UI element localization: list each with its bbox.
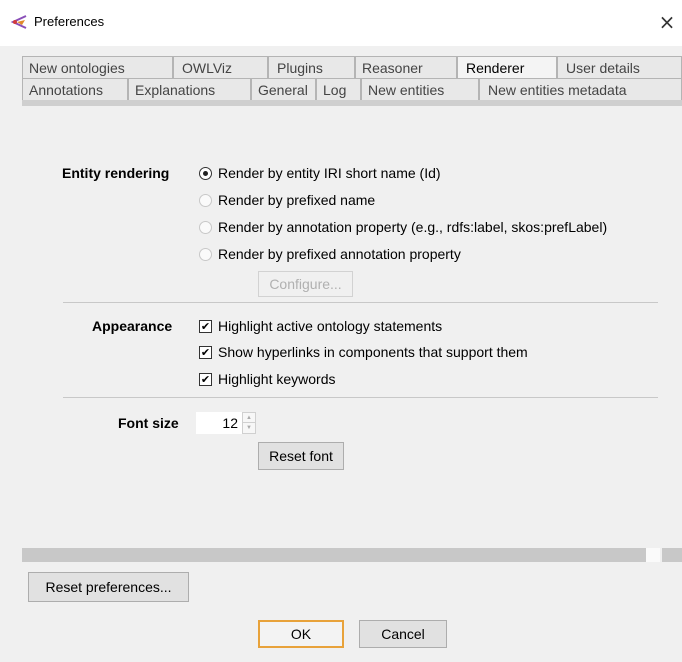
tab-label: New entities: [368, 82, 445, 98]
entity-rendering-label: Entity rendering: [62, 165, 170, 181]
tab-label: Reasoner: [362, 60, 423, 76]
tab-label: New entities metadata: [488, 82, 627, 98]
section-divider: [63, 302, 658, 303]
tab-log[interactable]: Log: [316, 78, 361, 100]
tab-general[interactable]: General: [251, 78, 316, 100]
spinner-buttons[interactable]: ▲ ▼: [242, 412, 256, 434]
tab-reasoner[interactable]: Reasoner: [355, 56, 457, 78]
radio-label-prefixed-annotation-property: Render by prefixed annotation property: [218, 246, 461, 262]
section-divider: [63, 397, 658, 398]
reset-font-button[interactable]: Reset font: [258, 442, 344, 470]
radio-iri-short-name[interactable]: [199, 167, 212, 180]
tab-label: Explanations: [135, 82, 216, 98]
tab-label: OWLViz: [182, 60, 233, 76]
tab-label: Log: [323, 82, 347, 98]
reset-preferences-button[interactable]: Reset preferences...: [28, 572, 189, 602]
radio-label-prefixed-name: Render by prefixed name: [218, 192, 376, 208]
cancel-button[interactable]: Cancel: [359, 620, 447, 648]
tab-annotations[interactable]: Annotations: [22, 78, 128, 100]
checkbox-highlight-keywords[interactable]: ✔: [199, 373, 212, 386]
radio-prefixed-annotation-property[interactable]: [199, 248, 212, 261]
font-size-value[interactable]: 12: [196, 412, 242, 434]
title-bar: Preferences ×: [0, 0, 682, 46]
tab-label: User details: [566, 60, 640, 76]
font-size-label: Font size: [118, 415, 179, 431]
tab-new-ontologies[interactable]: New ontologies: [22, 56, 173, 78]
tab-label: New ontologies: [29, 60, 125, 76]
configure-button[interactable]: Configure...: [258, 271, 353, 297]
tab-explanations[interactable]: Explanations: [128, 78, 251, 100]
radio-label-iri-short-name: Render by entity IRI short name (Id): [218, 165, 441, 181]
checkbox-label-highlight-active-ontology: Highlight active ontology statements: [218, 318, 443, 334]
checkbox-label-highlight-keywords: Highlight keywords: [218, 371, 336, 387]
tab-user-details[interactable]: User details: [557, 56, 682, 78]
checkbox-label-show-hyperlinks: Show hyperlinks in components that suppo…: [218, 344, 528, 360]
scrollbar-gap: [646, 548, 660, 562]
protege-logo-icon: [10, 14, 28, 30]
tab-plugins[interactable]: Plugins: [268, 56, 355, 78]
horizontal-scrollbar[interactable]: [22, 548, 682, 562]
window-title: Preferences: [34, 14, 105, 29]
tab-new-entities-metadata[interactable]: New entities metadata: [479, 78, 682, 100]
close-icon[interactable]: ×: [652, 6, 682, 38]
checkbox-show-hyperlinks[interactable]: ✔: [199, 346, 212, 359]
tab-content-border: [22, 100, 682, 106]
tab-label: Annotations: [29, 82, 103, 98]
radio-label-annotation-property: Render by annotation property (e.g., rdf…: [218, 219, 608, 235]
appearance-label: Appearance: [92, 318, 173, 334]
spinner-down-icon[interactable]: ▼: [243, 423, 255, 433]
tab-renderer[interactable]: Renderer: [457, 56, 557, 78]
preferences-panel: New ontologies OWLViz Plugins Reasoner R…: [22, 48, 682, 662]
ok-button[interactable]: OK: [258, 620, 344, 648]
tab-label: Renderer: [466, 60, 525, 76]
spinner-up-icon[interactable]: ▲: [243, 413, 255, 423]
checkbox-highlight-active-ontology[interactable]: ✔: [199, 320, 212, 333]
tab-label: General: [258, 82, 308, 98]
radio-annotation-property[interactable]: [199, 221, 212, 234]
font-size-spinner[interactable]: 12 ▲ ▼: [196, 412, 256, 434]
tab-row-bottom: Annotations Explanations General Log New…: [22, 78, 682, 100]
tab-row-top: New ontologies OWLViz Plugins Reasoner R…: [22, 56, 682, 78]
tab-label: Plugins: [277, 60, 323, 76]
tab-new-entities[interactable]: New entities: [361, 78, 479, 100]
tab-owlviz[interactable]: OWLViz: [173, 56, 268, 78]
radio-prefixed-name[interactable]: [199, 194, 212, 207]
scrollbar-track[interactable]: [22, 548, 646, 562]
scrollbar-end[interactable]: [662, 548, 682, 562]
